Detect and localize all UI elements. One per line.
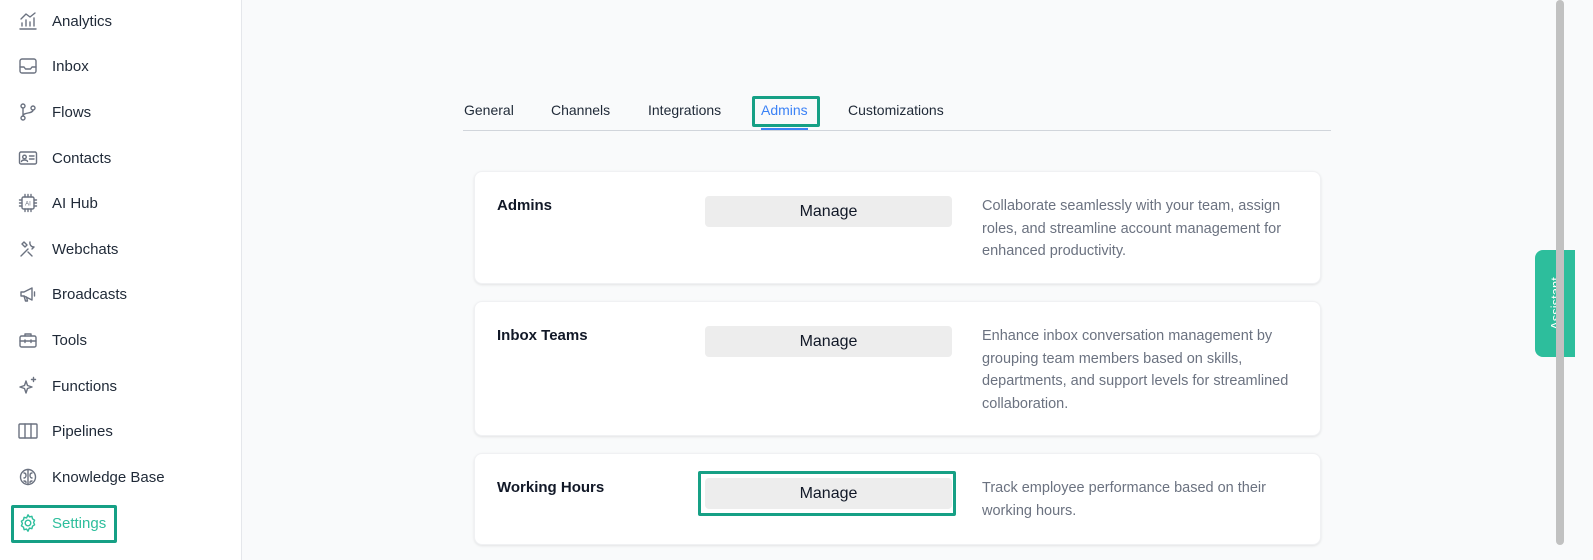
working-hours-manage-button[interactable]: Manage	[705, 478, 952, 509]
sidebar-item-label: Inbox	[52, 57, 89, 75]
inbox-teams-manage-button[interactable]: Manage	[705, 326, 952, 357]
sidebar-item-broadcasts[interactable]: Broadcasts	[16, 277, 127, 311]
contacts-icon	[16, 146, 40, 170]
sidebar-item-functions[interactable]: Functions	[16, 369, 117, 403]
sidebar-item-label: Knowledge Base	[52, 468, 165, 486]
card-description: Enhance inbox conversation management by…	[982, 328, 1289, 412]
sidebar-item-flows[interactable]: Flows	[16, 95, 91, 129]
sidebar-item-contacts[interactable]: Contacts	[16, 141, 111, 175]
svg-text:AI: AI	[25, 202, 31, 208]
sidebar-item-label: Broadcasts	[52, 285, 128, 303]
sidebar-item-tools[interactable]: Tools	[16, 323, 87, 357]
sidebar-item-label: Flows	[52, 103, 92, 121]
sidebar-item-label: Analytics	[52, 12, 113, 30]
sidebar-item-settings[interactable]: Settings	[16, 506, 106, 540]
active-tab-indicator	[761, 128, 808, 130]
card-title: Inbox Teams	[497, 327, 588, 344]
sparkle-icon	[16, 374, 40, 398]
tab-customizations[interactable]: Customizations	[848, 95, 944, 127]
sidebar-item-label: Webchats	[52, 240, 119, 258]
card-title: Working Hours	[497, 479, 605, 496]
gear-icon	[16, 511, 40, 535]
sidebar-item-label: Tools	[52, 331, 88, 349]
sidebar-item-inbox[interactable]: Inbox	[16, 49, 89, 83]
sidebar-item-pipelines[interactable]: Pipelines	[16, 414, 113, 448]
sidebar: Analytics Inbox Flows Contacts AI AI Hub…	[0, 0, 242, 560]
card-description: Track employee performance based on thei…	[982, 480, 1266, 519]
flows-icon	[16, 100, 40, 124]
sidebar-item-knowledge-base[interactable]: Knowledge Base	[16, 460, 165, 494]
ai-hub-icon: AI	[16, 191, 40, 215]
tab-integrations[interactable]: Integrations	[648, 95, 721, 127]
tab-channels[interactable]: Channels	[551, 95, 610, 127]
sidebar-item-analytics[interactable]: Analytics	[16, 4, 112, 38]
card-description: Collaborate seamlessly with your team, a…	[982, 198, 1282, 259]
sidebar-item-label: Functions	[52, 377, 118, 395]
inbox-icon	[16, 54, 40, 78]
analytics-icon	[16, 9, 40, 33]
sidebar-item-label: AI Hub	[52, 194, 98, 212]
sidebar-item-webchats[interactable]: Webchats	[16, 232, 118, 266]
sidebar-item-label: Contacts	[52, 149, 112, 167]
settings-tabs: General Channels Integrations Admins Cus…	[463, 95, 1331, 131]
toolbox-icon	[16, 328, 40, 352]
assistant-button[interactable]: Assistant	[1535, 250, 1575, 357]
sidebar-item-label: Pipelines	[52, 422, 113, 440]
megaphone-icon	[16, 282, 40, 306]
webchats-icon	[16, 237, 40, 261]
columns-icon	[16, 419, 40, 443]
scrollbar[interactable]	[1556, 0, 1564, 560]
admins-manage-button[interactable]: Manage	[705, 196, 952, 227]
tab-general[interactable]: General	[464, 95, 514, 127]
scrollbar-thumb[interactable]	[1556, 0, 1564, 545]
sidebar-item-ai-hub[interactable]: AI AI Hub	[16, 186, 98, 220]
admins-card: Admins Manage Collaborate seamlessly wit…	[474, 171, 1321, 284]
sidebar-item-label: Settings	[52, 514, 107, 532]
working-hours-card: Working Hours Manage Track employee perf…	[474, 453, 1321, 545]
card-title: Admins	[497, 197, 553, 214]
tab-admins[interactable]: Admins	[761, 95, 808, 127]
inbox-teams-card: Inbox Teams Manage Enhance inbox convers…	[474, 301, 1321, 436]
brain-icon	[16, 465, 40, 489]
